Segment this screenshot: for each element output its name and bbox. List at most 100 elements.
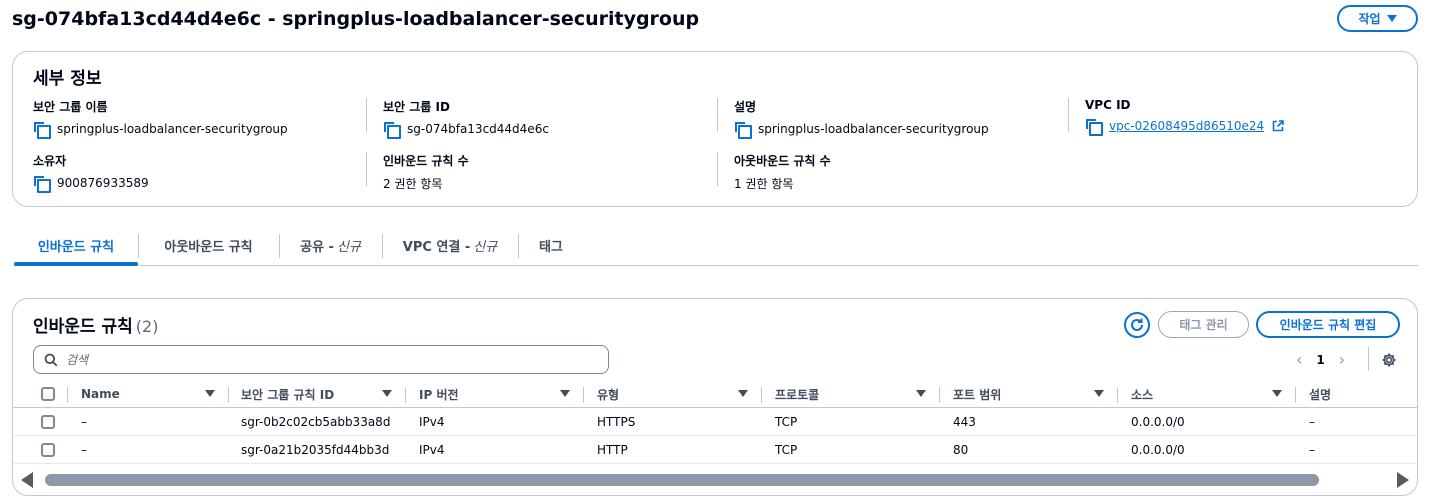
column-header-ip-version[interactable]: IP 버전 xyxy=(419,380,459,408)
tab-sharing[interactable]: 공유 - 신규 xyxy=(279,226,382,265)
search-icon xyxy=(44,353,58,366)
column-header-protocol[interactable]: 프로토콜 xyxy=(775,380,819,408)
divider xyxy=(717,152,718,186)
detail-outbound-count: 아웃바운드 규칙 수 1 권한 항목 xyxy=(734,152,1064,192)
column-header-port-range[interactable]: 포트 범위 xyxy=(953,380,1001,408)
column-header-source[interactable]: 소스 xyxy=(1131,380,1153,408)
row-checkbox[interactable] xyxy=(41,443,55,457)
cell-ip-version: IPv4 xyxy=(419,415,445,429)
inbound-rules-table: Name 보안 그룹 규칙 ID IP 버전 유형 프로토콜 포트 범위 소스 … xyxy=(13,380,1417,464)
sort-caret-icon[interactable] xyxy=(382,390,392,397)
detail-value: sg-074bfa13cd44d4e6c xyxy=(407,122,549,136)
details-panel: 세부 정보 보안 그룹 이름 springplus-loadbalancer-s… xyxy=(12,51,1418,207)
horizontal-scrollbar[interactable] xyxy=(13,469,1417,491)
sort-caret-icon[interactable] xyxy=(738,390,748,397)
detail-label: VPC ID xyxy=(1085,98,1131,112)
copy-icon[interactable] xyxy=(33,121,51,139)
cell-port-range: 443 xyxy=(953,415,976,429)
column-separator xyxy=(1295,387,1296,403)
cell-name: – xyxy=(81,443,87,457)
tab-label: 아웃바운드 규칙 xyxy=(164,240,253,255)
detail-description: 설명 springplus-loadbalancer-securitygroup xyxy=(734,98,1064,139)
cell-rule-id: sgr-0b2c02cb5abb33a8d xyxy=(241,415,391,429)
column-separator xyxy=(939,387,940,403)
copy-icon[interactable] xyxy=(1085,118,1103,136)
table-header: Name 보안 그룹 규칙 ID IP 버전 유형 프로토콜 포트 범위 소스 … xyxy=(13,380,1417,408)
column-separator xyxy=(583,387,584,403)
detail-label: 인바운드 규칙 수 xyxy=(383,154,469,168)
detail-label: 보안 그룹 ID xyxy=(383,100,450,114)
external-link-icon xyxy=(1272,120,1284,132)
column-header-type[interactable]: 유형 xyxy=(597,380,619,408)
column-separator xyxy=(228,387,229,403)
divider xyxy=(717,98,718,132)
cell-description: – xyxy=(1309,415,1315,429)
tab-vpc-associations[interactable]: VPC 연결 - 신규 xyxy=(382,226,518,265)
detail-value: springplus-loadbalancer-securitygroup xyxy=(57,122,288,136)
tab-new-badge: 신규 xyxy=(336,240,361,255)
column-header-name[interactable]: Name xyxy=(81,380,120,408)
cell-port-range: 80 xyxy=(953,443,969,457)
table-row[interactable]: – sgr-0b2c02cb5abb33a8d IPv4 HTTPS TCP 4… xyxy=(13,408,1417,436)
sort-caret-icon[interactable] xyxy=(916,390,926,397)
copy-icon[interactable] xyxy=(33,175,51,193)
details-title: 세부 정보 xyxy=(33,69,102,89)
chevron-left-icon[interactable]: ‹ xyxy=(1296,350,1302,369)
search-field[interactable] xyxy=(33,345,609,374)
table-row[interactable]: – sgr-0a21b2035fd44bb3d IPv4 HTTP TCP 80… xyxy=(13,436,1417,464)
inbound-rules-heading: 인바운드 규칙 xyxy=(33,317,133,337)
cell-protocol: TCP xyxy=(775,443,798,457)
column-separator xyxy=(761,387,762,403)
column-header-description[interactable]: 설명 xyxy=(1309,380,1331,408)
divider xyxy=(1068,98,1069,132)
tab-outbound-rules[interactable]: 아웃바운드 규칙 xyxy=(138,226,279,265)
cell-ip-version: IPv4 xyxy=(419,443,445,457)
tab-tags[interactable]: 태그 xyxy=(518,226,584,265)
actions-button[interactable]: 작업 xyxy=(1337,5,1418,32)
detail-label: 아웃바운드 규칙 수 xyxy=(734,154,831,168)
caret-down-icon xyxy=(1386,15,1397,22)
scroll-right-icon[interactable] xyxy=(1397,472,1409,488)
divider xyxy=(366,98,367,132)
gear-icon[interactable] xyxy=(1381,352,1397,368)
column-separator xyxy=(67,387,68,403)
page-title: sg-074bfa13cd44d4e6c - springplus-loadba… xyxy=(12,8,700,30)
cell-source: 0.0.0.0/0 xyxy=(1131,443,1185,457)
edit-inbound-rules-button[interactable]: 인바운드 규칙 편집 xyxy=(1256,311,1400,338)
detail-value: 2 권한 항목 xyxy=(383,177,443,191)
scrollbar-thumb[interactable] xyxy=(45,474,1319,486)
sort-caret-icon[interactable] xyxy=(560,390,570,397)
sort-caret-icon[interactable] xyxy=(1094,390,1104,397)
column-separator xyxy=(1117,387,1118,403)
select-all-checkbox[interactable] xyxy=(41,387,55,401)
actions-button-label: 작업 xyxy=(1358,12,1381,26)
column-header-rule-id[interactable]: 보안 그룹 규칙 ID xyxy=(241,380,334,408)
sort-caret-icon[interactable] xyxy=(205,390,215,397)
cell-type: HTTP xyxy=(597,443,628,457)
cell-description: – xyxy=(1309,443,1315,457)
manage-tags-button[interactable]: 태그 관리 xyxy=(1158,311,1249,338)
inbound-rules-panel: 인바운드 규칙(2) 태그 관리 인바운드 규칙 편집 ‹ 1 › Name xyxy=(12,298,1418,496)
current-page[interactable]: 1 xyxy=(1316,353,1324,367)
copy-icon[interactable] xyxy=(383,121,401,139)
detail-vpc-id: VPC ID vpc-02608495d86510e24 xyxy=(1085,98,1415,136)
detail-inbound-count: 인바운드 규칙 수 2 권한 항목 xyxy=(383,152,713,192)
pagination: ‹ 1 › xyxy=(1296,350,1345,369)
detail-value: 900876933589 xyxy=(57,176,149,190)
tab-label: 인바운드 규칙 xyxy=(37,240,115,255)
refresh-button[interactable] xyxy=(1124,312,1150,338)
search-input[interactable] xyxy=(66,352,566,367)
cell-protocol: TCP xyxy=(775,415,798,429)
cell-source: 0.0.0.0/0 xyxy=(1131,415,1185,429)
tab-label: 태그 xyxy=(539,240,563,255)
tab-inbound-rules[interactable]: 인바운드 규칙 xyxy=(14,226,138,265)
tab-bar: 인바운드 규칙 아웃바운드 규칙 공유 - 신규 VPC 연결 - 신규 태그 xyxy=(14,226,1418,266)
column-separator xyxy=(405,387,406,403)
copy-icon[interactable] xyxy=(734,121,752,139)
row-checkbox[interactable] xyxy=(41,415,55,429)
sort-caret-icon[interactable] xyxy=(1272,390,1282,397)
chevron-right-icon[interactable]: › xyxy=(1339,350,1345,369)
vpc-id-link[interactable]: vpc-02608495d86510e24 xyxy=(1109,119,1264,133)
detail-value: 1 권한 항목 xyxy=(734,177,794,191)
scroll-left-icon[interactable] xyxy=(21,472,33,488)
